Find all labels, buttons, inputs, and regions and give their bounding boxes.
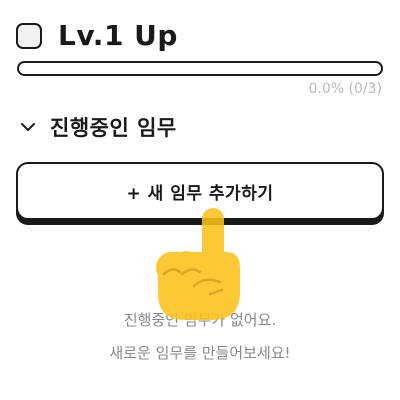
empty-state-line-2: 새로운 임무를 만들어보세요!	[109, 344, 291, 362]
section-title: 진행중인 임무	[50, 116, 177, 140]
pointing-hand-icon	[156, 208, 240, 320]
screen: Lv.1 Up 0.0% (0/3) 진행중인 임무 진행중인 임무가 없어요.…	[0, 0, 400, 400]
level-checkbox[interactable]	[16, 23, 42, 49]
section-header-active-missions[interactable]: 진행중인 임무	[20, 112, 177, 142]
level-header: Lv.1 Up	[16, 18, 178, 54]
progress-text: 0.0% (0/3)	[308, 81, 382, 97]
progress-bar	[17, 61, 383, 76]
level-title: Lv.1 Up	[58, 19, 178, 52]
chevron-down-icon	[21, 123, 35, 131]
